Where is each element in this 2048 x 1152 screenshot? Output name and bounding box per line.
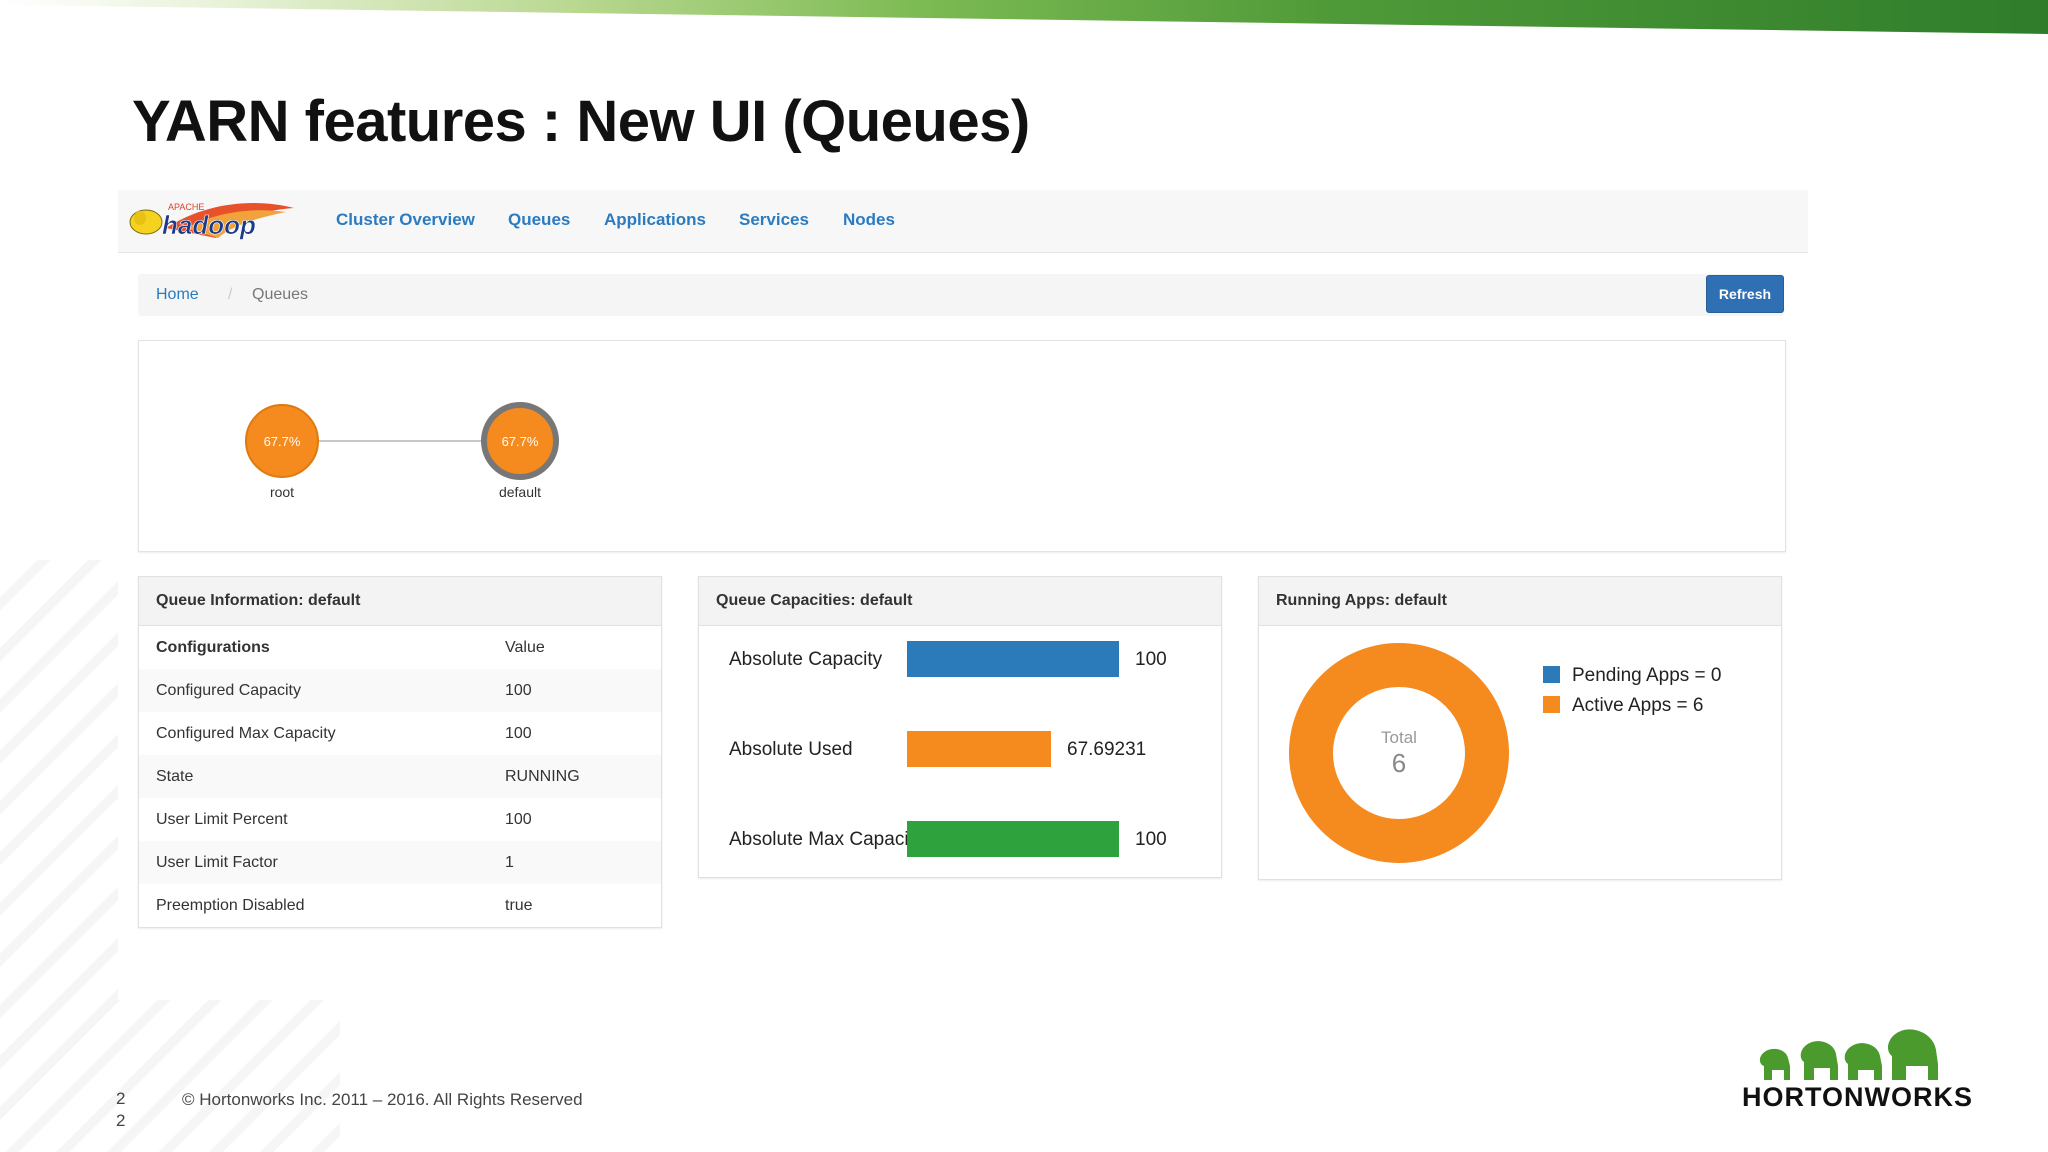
- row-value: 1: [505, 841, 661, 884]
- row-key: User Limit Percent: [156, 810, 288, 828]
- row-key: State: [139, 755, 505, 798]
- running-apps-donut: Total 6: [1289, 643, 1509, 863]
- breadcrumb-current: Queues: [252, 286, 309, 303]
- row-key: Configured Max Capacity: [156, 724, 336, 742]
- capacity-row: Absolute Used 67.69231: [699, 731, 1219, 771]
- capacity-label: Absolute Max Capaci: [729, 829, 909, 850]
- legend-swatch: [1543, 666, 1560, 683]
- nav-services[interactable]: Services: [739, 210, 809, 230]
- capacity-value: 100: [1135, 829, 1167, 850]
- legend-pending-apps: Pending Apps = 0: [1543, 665, 1722, 687]
- capacity-bar: [907, 641, 1119, 677]
- slide-header-bar: [0, 0, 2048, 34]
- table-row: Configured Capacity 100: [139, 669, 661, 712]
- breadcrumb-separator: /: [228, 286, 233, 303]
- row-value: true: [505, 896, 533, 914]
- legend-active-label: Active Apps = 6: [1572, 695, 1704, 716]
- running-apps-title: Running Apps: default: [1259, 577, 1781, 626]
- breadcrumb: Home / Queues Refresh: [138, 274, 1784, 316]
- capacity-value: 67.69231: [1067, 739, 1147, 760]
- queue-node-default[interactable]: 67.7% default: [481, 402, 559, 500]
- queue-information-table: Configurations Value Configured Capacity…: [139, 626, 661, 927]
- yarn-ui-screenshot: APACHE hadoop Cluster Overview Queues Ap…: [118, 190, 1808, 1000]
- row-value: 100: [505, 669, 661, 712]
- header-configurations: Configurations: [156, 638, 270, 656]
- top-navbar: APACHE hadoop Cluster Overview Queues Ap…: [118, 190, 1808, 253]
- donut-total-label: Total: [1381, 728, 1417, 747]
- capacity-row: Absolute Max Capaci 100: [699, 821, 1219, 861]
- hadoop-logo[interactable]: APACHE hadoop: [126, 198, 296, 244]
- refresh-button[interactable]: Refresh: [1706, 275, 1784, 313]
- capacity-row: Absolute Capacity 100: [699, 641, 1219, 681]
- row-value: 100: [505, 810, 532, 828]
- capacity-label: Absolute Capacity: [729, 649, 883, 670]
- legend-pending-label: Pending Apps = 0: [1572, 665, 1722, 686]
- legend-swatch: [1543, 696, 1560, 713]
- table-row: Configured Max Capacity 100: [139, 712, 661, 755]
- queue-information-title: Queue Information: default: [139, 577, 661, 626]
- hortonworks-logo: HORTONWORKS: [1742, 1026, 1973, 1116]
- queue-capacities-title: Queue Capacities: default: [699, 577, 1221, 626]
- default-node-percent: 67.7%: [502, 434, 539, 449]
- queue-node-root[interactable]: 67.7% root: [245, 404, 319, 500]
- legend-active-apps: Active Apps = 6: [1543, 695, 1704, 717]
- default-node-label: default: [499, 484, 541, 500]
- queue-capacities-panel: Queue Capacities: default Absolute Capac…: [698, 576, 1222, 878]
- nav-nodes[interactable]: Nodes: [843, 210, 895, 230]
- queue-tree-svg: 67.7% root 67.7% default: [245, 402, 559, 500]
- root-node-label: root: [270, 484, 294, 500]
- table-row: Preemption Disabled true: [139, 884, 661, 927]
- capacity-label: Absolute Used: [729, 739, 853, 760]
- table-row: User Limit Percent 100: [139, 798, 661, 841]
- logo-hadoop-text: hadoop: [162, 210, 256, 240]
- running-apps-panel: Running Apps: default Total 6 Pending Ap…: [1258, 576, 1782, 880]
- capacity-value: 100: [1135, 649, 1167, 670]
- breadcrumb-home[interactable]: Home: [156, 286, 199, 304]
- queue-information-panel: Queue Information: default Configuration…: [138, 576, 662, 928]
- row-value: RUNNING: [505, 755, 661, 798]
- row-key: Configured Capacity: [139, 669, 505, 712]
- row-key: Preemption Disabled: [156, 896, 305, 914]
- table-header-row: Configurations Value: [139, 626, 661, 669]
- capacity-bar: [907, 821, 1119, 857]
- page-number: 22: [116, 1089, 126, 1130]
- table-row: State RUNNING: [139, 755, 661, 798]
- nav-cluster-overview[interactable]: Cluster Overview: [336, 210, 475, 230]
- nav-applications[interactable]: Applications: [604, 210, 706, 230]
- donut-total-value: 6: [1392, 748, 1406, 778]
- table-row: User Limit Factor 1: [139, 841, 661, 884]
- queue-tree-panel: 67.7% root 67.7% default: [138, 340, 1786, 552]
- copyright-text: © Hortonworks Inc. 2011 – 2016. All Righ…: [182, 1090, 583, 1109]
- hortonworks-wordmark: HORTONWORKS: [1742, 1082, 1973, 1112]
- row-key: User Limit Factor: [139, 841, 505, 884]
- hortonworks-elephants-icon: [1759, 1029, 1938, 1080]
- slide-title: YARN features : New UI (Queues): [132, 89, 1030, 154]
- capacity-bar: [907, 731, 1051, 767]
- nav-queues[interactable]: Queues: [508, 210, 570, 230]
- header-value: Value: [505, 638, 545, 656]
- row-value: 100: [505, 724, 532, 742]
- root-node-percent: 67.7%: [264, 434, 301, 449]
